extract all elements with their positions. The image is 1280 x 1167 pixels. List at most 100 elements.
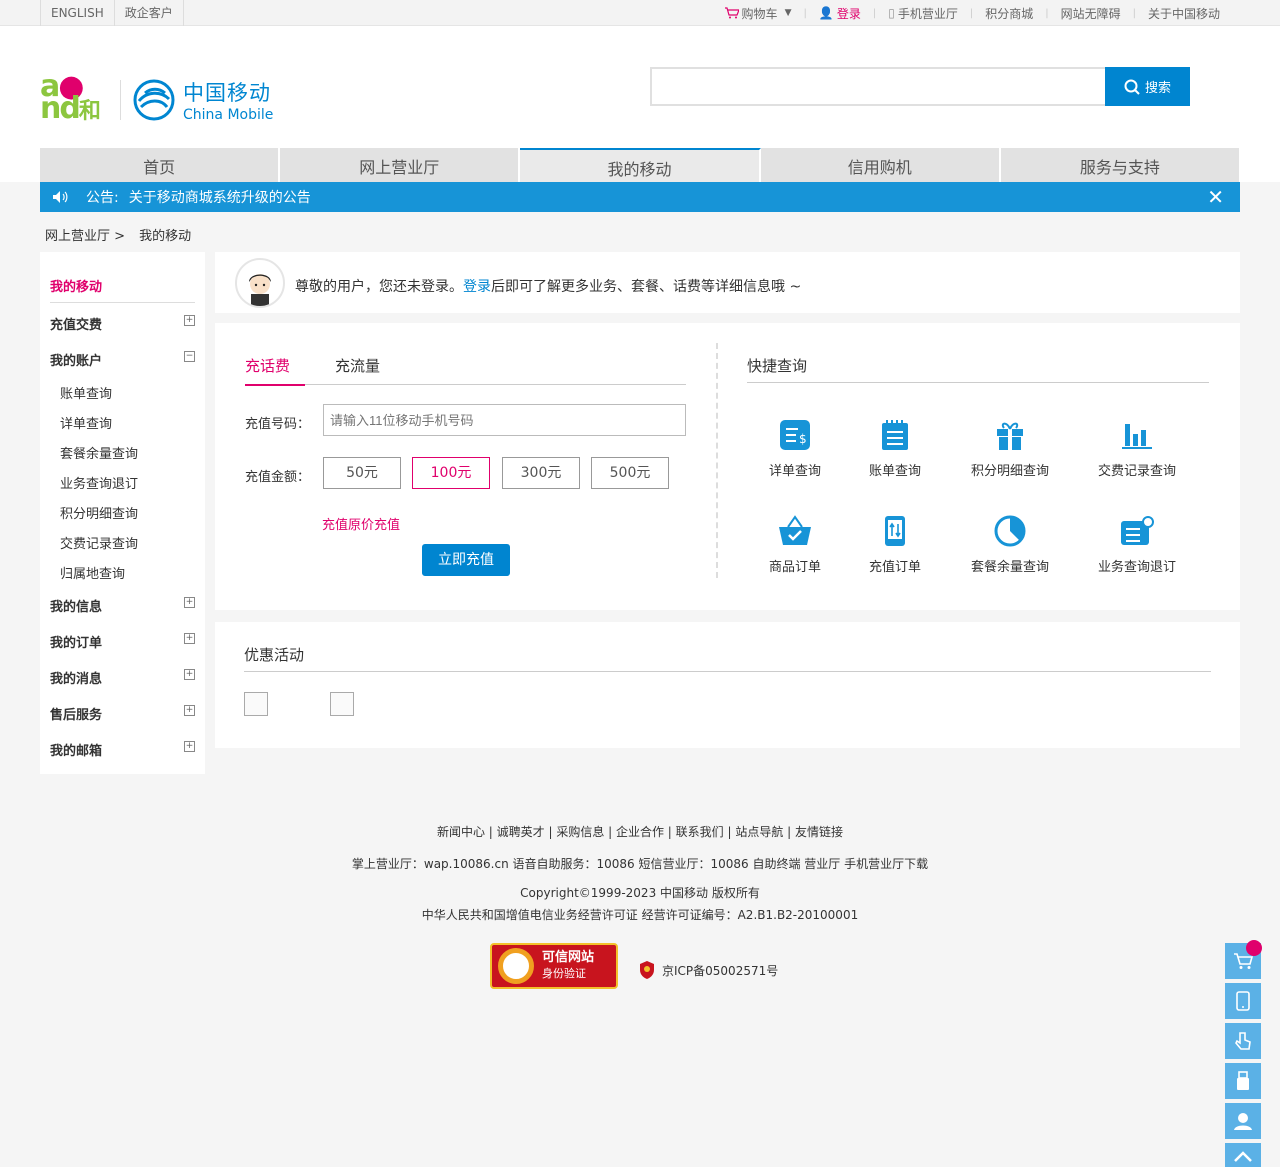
sidebar-item-points[interactable]: 积分明细查询 [60, 503, 138, 522]
expand-icon[interactable]: + [184, 597, 195, 608]
china-mobile-logo-icon [133, 79, 175, 120]
expand-icon[interactable]: + [184, 669, 195, 680]
tab-data[interactable]: 充流量 [335, 355, 380, 376]
mobile-hall-label: 手机营业厅 [897, 6, 958, 21]
sidebar-item-bill[interactable]: 账单查询 [60, 383, 112, 402]
brand-en: China Mobile [183, 106, 274, 123]
quick-bill-detail[interactable]: $ 详单查询 [745, 418, 845, 479]
enterprise-link[interactable]: 政企客户 [115, 0, 184, 26]
phone-recharge-icon [885, 516, 905, 546]
expand-icon[interactable]: + [184, 705, 195, 716]
usb-icon [1237, 1071, 1249, 1090]
float-usb-button[interactable] [1225, 1063, 1261, 1099]
notice-text[interactable]: 关于移动商城系统升级的公告 [129, 187, 311, 207]
footer-links[interactable]: 新闻中心 | 诚聘英才 | 采购信息 | 企业合作 | 联系我们 | 站点导航 … [0, 823, 1280, 840]
sidebar-group-info[interactable]: 我的信息 + [50, 596, 195, 615]
quick-payment-history[interactable]: 交费记录查询 [1087, 418, 1187, 479]
search-input[interactable] [650, 67, 1106, 106]
sidebar-item-location[interactable]: 归属地查询 [60, 563, 125, 582]
sidebar-item-detail[interactable]: 详单查询 [60, 413, 112, 432]
original-price-link[interactable]: 充值原价充值 [322, 514, 400, 533]
expand-icon[interactable]: + [184, 315, 195, 326]
brand-cn: 中国移动 [183, 80, 271, 105]
promo-title: 优惠活动 [244, 644, 1211, 672]
login-label: 登录 [836, 6, 861, 21]
points-mall-link[interactable]: 积分商城 [973, 5, 1045, 22]
service-icon [1121, 516, 1154, 545]
collapse-icon[interactable]: − [184, 351, 195, 362]
recharge-button[interactable]: 立即充值 [422, 544, 510, 576]
float-service-button[interactable] [1225, 1103, 1261, 1139]
expand-icon[interactable]: + [184, 741, 195, 752]
sidebar-group-account[interactable]: 我的账户 − [50, 350, 195, 369]
promo-image[interactable] [244, 692, 268, 716]
amount-500[interactable]: 500元 [591, 457, 669, 489]
mobile-hall-link[interactable]: ▯ 手机营业厅 [876, 5, 970, 22]
speaker-icon [53, 191, 68, 203]
amount-label: 充值金额： [245, 470, 311, 485]
quick-bill[interactable]: 账单查询 [845, 418, 945, 479]
footer-services: 掌上营业厅：wap.10086.cn 语音自助服务：10086 短信营业厅：10… [351, 857, 929, 871]
amount-100[interactable]: 100元 [412, 457, 490, 489]
footer-copyright: Copyright©1999-2023 中国移动 版权所有 [520, 886, 760, 900]
breadcrumb-my-mobile: 我的移动 [139, 229, 192, 244]
login-link[interactable]: 👤 登录 [807, 5, 873, 22]
site-logo[interactable]: a● nd和 中国移动 China Mobile [40, 72, 274, 124]
sidebar-group-recharge[interactable]: 充值交费 + [50, 314, 195, 333]
mobile-icon: ▯ [888, 6, 895, 20]
phone-number-input[interactable] [323, 404, 686, 436]
breadcrumb-online-hall[interactable]: 网上营业厅 > [45, 229, 125, 244]
float-mobile-button[interactable] [1225, 983, 1261, 1019]
sidebar-group-orders[interactable]: 我的订单 + [50, 632, 195, 651]
user-icon: 👤 [818, 6, 834, 20]
back-to-top-button[interactable] [1225, 1143, 1261, 1167]
sidebar-item-payment-history[interactable]: 交费记录查询 [60, 533, 138, 552]
top-bar: ENGLISH 政企客户 购物车 ▼ | 👤 登录 | ▯ 手机营业厅 | 积分… [0, 0, 1280, 26]
sidebar-item-service-unsubscribe[interactable]: 业务查询退订 [60, 473, 138, 492]
sidebar-group-after-sales[interactable]: 售后服务 + [50, 704, 195, 723]
about-link[interactable]: 关于中国移动 [1136, 5, 1232, 22]
chevron-down-icon: ▼ [784, 8, 792, 18]
pie-icon [994, 515, 1026, 547]
cart-link[interactable]: 购物车 ▼ [713, 5, 804, 22]
sidebar-item-plan-balance[interactable]: 套餐余量查询 [60, 443, 138, 462]
login-message: 尊敬的用户，您还未登录。登录后即可了解更多业务、套餐、话费等详细信息哦 ~ [295, 279, 802, 295]
avatar [235, 258, 285, 308]
quick-product-orders[interactable]: 商品订单 [745, 514, 845, 575]
bar-chart-icon [1122, 424, 1152, 449]
header: a● nd和 中国移动 China Mobile 搜索 首页 网上营业厅 我的移… [0, 26, 1280, 188]
sidebar-group-messages[interactable]: 我的消息 + [50, 668, 195, 687]
sidebar: 我的移动 充值交费 + 我的账户 − 账单查询 详单查询 套餐余量查询 业务查询退订… [40, 252, 205, 774]
amount-50[interactable]: 50元 [323, 457, 401, 489]
mobile-icon [1236, 991, 1250, 1011]
promotions: 优惠活动 [215, 622, 1240, 748]
float-touch-button[interactable] [1225, 1023, 1261, 1059]
svg-text:$: $ [799, 432, 807, 446]
expand-icon[interactable]: + [184, 633, 195, 644]
english-link[interactable]: ENGLISH [40, 0, 115, 26]
quick-points[interactable]: 积分明细查询 [960, 418, 1060, 479]
cart-label: 购物车 [741, 6, 778, 21]
quick-plan-balance[interactable]: 套餐余量查询 [960, 514, 1060, 575]
search-button[interactable]: 搜索 [1105, 67, 1190, 106]
recharge-tabs: 充话费 充流量 [245, 355, 686, 386]
search-icon [1124, 79, 1140, 95]
close-icon[interactable]: ✕ [1207, 187, 1224, 207]
notice-label: 公告: [86, 190, 119, 206]
bill-detail-icon: $ [780, 420, 810, 450]
sidebar-title[interactable]: 我的移动 [50, 276, 102, 295]
footer-license: 中华人民共和国增值电信业务经营许可证 经营许可证编号：A2.B1.B2-2010… [421, 908, 859, 922]
breadcrumb: 网上营业厅 > 我的移动 [45, 225, 201, 244]
hand-pointer-icon [1235, 1032, 1251, 1050]
amount-300[interactable]: 300元 [502, 457, 580, 489]
icp-record[interactable]: 京ICP备05002571号 [638, 960, 778, 980]
search-label: 搜索 [1144, 80, 1171, 95]
accessible-link[interactable]: 网站无障碍 [1049, 5, 1133, 22]
quick-service-unsubscribe[interactable]: 业务查询退订 [1087, 514, 1187, 575]
sidebar-group-mailbox[interactable]: 我的邮箱 + [50, 740, 195, 759]
quick-recharge-orders[interactable]: 充值订单 [845, 514, 945, 575]
promo-image[interactable] [330, 692, 354, 716]
trusted-site-badge[interactable]: 可信网站 身份验证 [490, 943, 618, 989]
login-link-inline[interactable]: 登录 [463, 279, 491, 295]
tab-phone-bill[interactable]: 充话费 [245, 355, 305, 386]
